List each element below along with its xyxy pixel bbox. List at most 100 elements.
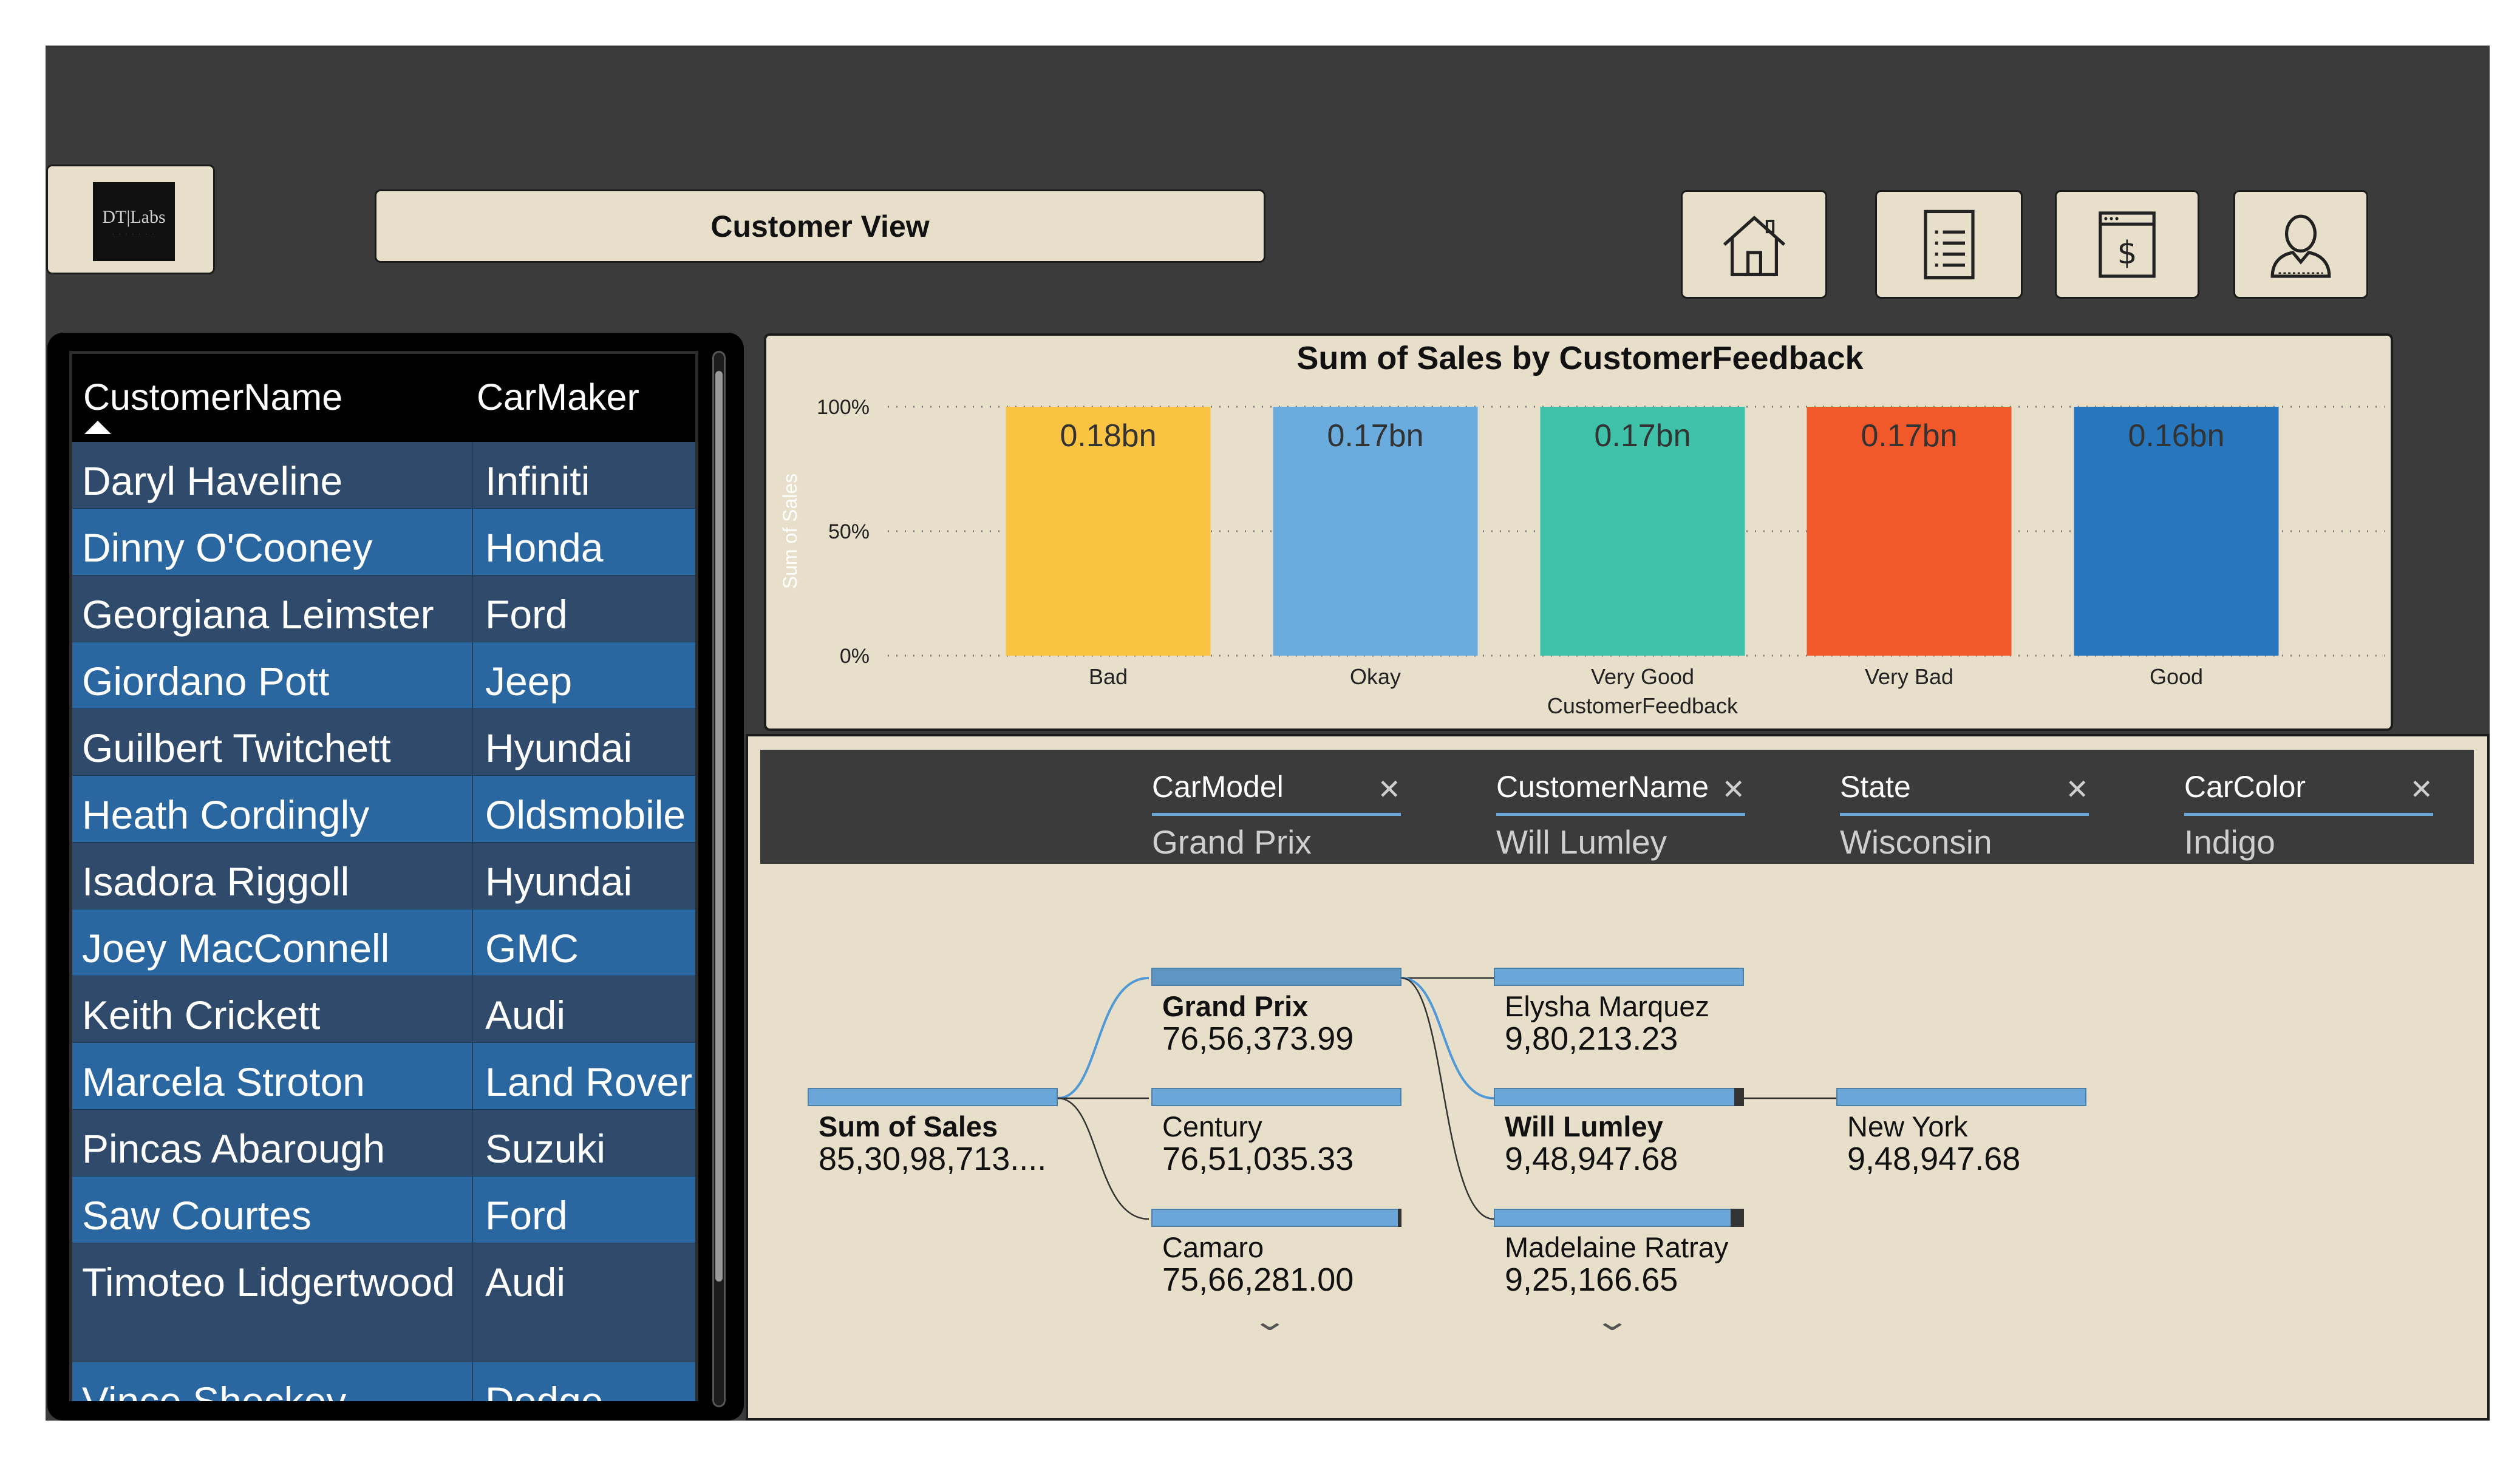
table-row[interactable]: Pincas Abarough Suzuki bbox=[72, 1110, 695, 1177]
sort-ascending-icon[interactable] bbox=[84, 421, 111, 434]
svg-text:$: $ bbox=[2117, 235, 2137, 271]
scrollbar-thumb[interactable] bbox=[715, 371, 723, 1282]
node-bar-remainder bbox=[1734, 1088, 1744, 1106]
node-label: Grand Prix bbox=[1162, 990, 1309, 1022]
column-header-carmaker[interactable]: CarMaker bbox=[477, 376, 639, 418]
connector bbox=[1401, 977, 1494, 1220]
connector bbox=[1057, 1097, 1149, 1220]
home-button[interactable] bbox=[1681, 190, 1827, 299]
y-axis-label: Sum of Sales bbox=[779, 474, 801, 589]
x-tick-label: Okay bbox=[1350, 664, 1401, 689]
node-value: 9,48,947.68 bbox=[1847, 1141, 2021, 1177]
table-row[interactable]: Daryl Haveline Infiniti bbox=[72, 442, 695, 509]
report-list-icon bbox=[1923, 209, 1975, 279]
node-bar bbox=[1494, 1088, 1744, 1106]
logo-card: DT|Labs · · · · · · · bbox=[46, 165, 215, 274]
cell-car-maker: Infiniti bbox=[485, 458, 590, 503]
node-label: Sum of Sales bbox=[819, 1110, 998, 1143]
x-tick-label: Good bbox=[2150, 664, 2203, 689]
customer-view-button[interactable] bbox=[2233, 190, 2368, 299]
y-tick-label: 50% bbox=[828, 520, 870, 543]
node-value: 9,80,213.23 bbox=[1505, 1021, 1678, 1057]
cell-customer-name: Dinny O'Cooney bbox=[72, 509, 473, 575]
node-bar-remainder bbox=[1398, 1209, 1401, 1227]
table-scrollbar[interactable] bbox=[712, 351, 726, 1407]
cell-customer-name: Timoteo Lidgertwood bbox=[72, 1243, 473, 1362]
table-row[interactable]: Heath Cordingly Oldsmobile bbox=[72, 776, 695, 843]
table-header: CustomerName CarMaker bbox=[69, 351, 698, 442]
bar-chart-svg: Sum of Sales by CustomerFeedback 0% 50% 100… bbox=[779, 340, 2385, 718]
cell-car-maker: Jeep bbox=[485, 659, 573, 704]
node-bar bbox=[1151, 968, 1401, 986]
cell-customer-name: Guilbert Twitchett bbox=[72, 709, 473, 775]
cell-car-maker: Hyundai bbox=[485, 725, 633, 770]
bar-data-label: 0.17bn bbox=[1594, 418, 1691, 453]
cell-customer-name: Heath Cordingly bbox=[72, 776, 473, 842]
cell-car-maker: Suzuki bbox=[485, 1126, 606, 1171]
logo-text: DT|Labs bbox=[102, 206, 166, 227]
node-label: Camaro bbox=[1162, 1231, 1264, 1263]
cell-car-maker: Ford bbox=[485, 1193, 568, 1238]
x-tick-label: Very Good bbox=[1591, 664, 1694, 689]
chart-title: Sum of Sales by CustomerFeedback bbox=[1296, 340, 1864, 376]
node-bar bbox=[1494, 968, 1744, 986]
node-value: 85,30,98,713.... bbox=[819, 1141, 1047, 1177]
cell-customer-name: Keith Crickett bbox=[72, 976, 473, 1042]
chevron-down-icon[interactable]: ⌄ bbox=[1251, 1304, 1289, 1337]
connector-active bbox=[1057, 977, 1149, 1099]
x-tick-label: Very Bad bbox=[1865, 664, 1953, 689]
table-row[interactable]: Joey MacConnell GMC bbox=[72, 909, 695, 976]
cell-customer-name: Pincas Abarough bbox=[72, 1110, 473, 1176]
y-tick-label: 100% bbox=[817, 396, 870, 419]
table-body[interactable]: Daryl Haveline Infiniti Dinny O'Cooney Hon… bbox=[69, 442, 698, 1401]
node-label: Century bbox=[1162, 1110, 1262, 1143]
node-bar bbox=[808, 1088, 1058, 1106]
node-value: 9,25,166.65 bbox=[1505, 1262, 1678, 1298]
table-row[interactable]: Timoteo Lidgertwood Audi bbox=[72, 1243, 695, 1362]
table-row[interactable]: Vince Sheckey Dodge bbox=[72, 1362, 695, 1401]
node-bar bbox=[1151, 1088, 1401, 1106]
sales-button[interactable]: $ bbox=[2055, 190, 2199, 299]
cell-car-maker: Oldsmobile bbox=[485, 792, 686, 837]
customer-table: CustomerName CarMaker Daryl Haveline Infi… bbox=[47, 333, 744, 1421]
cell-car-maker: Land Rover bbox=[485, 1059, 693, 1104]
node-label: Elysha Marquez bbox=[1505, 990, 1709, 1022]
cell-car-maker: Hyundai bbox=[485, 859, 633, 904]
node-bar bbox=[1836, 1088, 2086, 1106]
table-row[interactable]: Georgiana Leimster Ford bbox=[72, 576, 695, 642]
cell-customer-name: Joey MacConnell bbox=[72, 909, 473, 976]
chevron-down-icon[interactable]: ⌄ bbox=[1593, 1304, 1631, 1337]
node-value: 76,56,373.99 bbox=[1162, 1021, 1354, 1057]
cell-customer-name: Giordano Pott bbox=[72, 642, 473, 708]
bar-data-label: 0.17bn bbox=[1327, 418, 1423, 453]
bar-data-label: 0.17bn bbox=[1861, 418, 1957, 453]
node-bar-remainder bbox=[1731, 1209, 1744, 1227]
table-row[interactable]: Giordano Pott Jeep bbox=[72, 642, 695, 709]
decomposition-tree: CarModel ✕ Grand Prix CustomerName ✕ Wil… bbox=[746, 734, 2490, 1421]
node-value: 75,66,281.00 bbox=[1162, 1262, 1354, 1298]
table-row[interactable]: Marcela Stroton Land Rover bbox=[72, 1043, 695, 1110]
cell-customer-name: Daryl Haveline bbox=[72, 442, 473, 508]
cell-customer-name: Vince Sheckey bbox=[72, 1362, 473, 1401]
node-label: Will Lumley bbox=[1505, 1110, 1663, 1143]
sales-by-feedback-chart: Sum of Sales by CustomerFeedback 0% 50% 100… bbox=[764, 333, 2393, 731]
column-header-customername[interactable]: CustomerName bbox=[83, 376, 342, 418]
cell-customer-name: Georgiana Leimster bbox=[72, 576, 473, 642]
bar-data-label: 0.16bn bbox=[2128, 418, 2224, 453]
sales-dollar-icon: $ bbox=[2099, 211, 2156, 278]
table-row[interactable]: Keith Crickett Audi bbox=[72, 976, 695, 1043]
report-list-button[interactable] bbox=[1875, 190, 2023, 299]
bar-data-label: 0.18bn bbox=[1060, 418, 1156, 453]
node-label: Madelaine Ratray bbox=[1505, 1231, 1729, 1263]
logo: DT|Labs · · · · · · · bbox=[93, 182, 175, 261]
node-bar bbox=[1494, 1209, 1744, 1227]
cell-car-maker: Honda bbox=[485, 525, 604, 570]
table-row[interactable]: Dinny O'Cooney Honda bbox=[72, 509, 695, 576]
table-row[interactable]: Isadora Riggoll Hyundai bbox=[72, 843, 695, 909]
customer-profile-icon bbox=[2270, 214, 2331, 278]
table-row[interactable]: Guilbert Twitchett Hyundai bbox=[72, 709, 695, 776]
logo-tagline-decoration: · · · · · · · bbox=[112, 231, 155, 237]
node-bar bbox=[1151, 1209, 1401, 1227]
cell-car-maker: GMC bbox=[485, 926, 579, 971]
table-row[interactable]: Saw Courtes Ford bbox=[72, 1177, 695, 1243]
